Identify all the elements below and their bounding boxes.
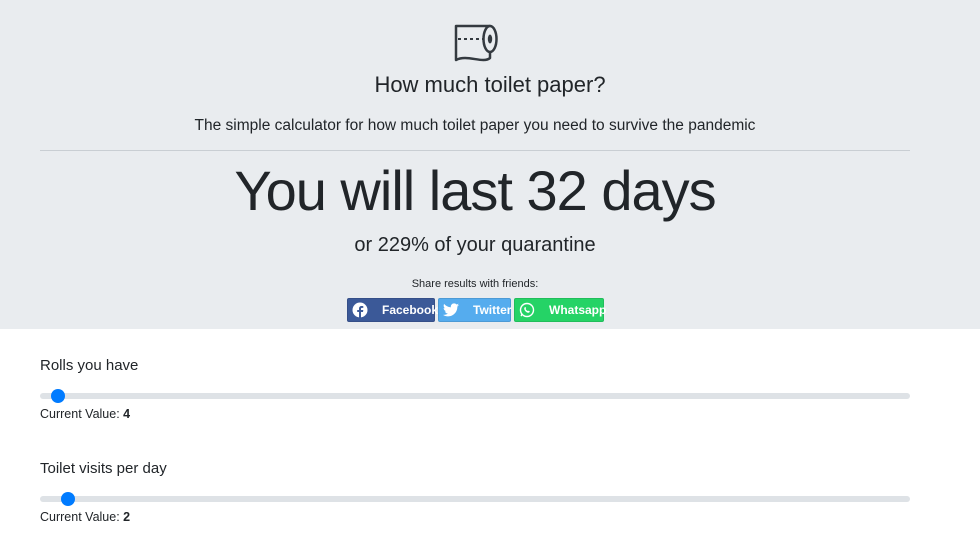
visits-slider-thumb[interactable]: [60, 492, 75, 506]
twitter-icon: [443, 301, 459, 319]
hero-section: How much toilet paper? The simple calcul…: [0, 0, 980, 329]
rolls-slider-group: Rolls you have Current Value: 4: [40, 357, 910, 421]
visits-current-value: Current Value: 2: [40, 510, 910, 524]
toilet-paper-roll-icon: [454, 24, 498, 62]
whatsapp-icon: [519, 301, 535, 319]
twitter-label: Twitter: [473, 303, 512, 317]
quarantine-percentage: or 229% of your quarantine: [0, 234, 950, 257]
page-title: How much toilet paper?: [374, 72, 606, 97]
divider: [40, 150, 910, 151]
facebook-label: Facebook: [382, 303, 439, 317]
rolls-value: 4: [123, 407, 131, 421]
facebook-icon: [352, 301, 368, 319]
visits-label: Toilet visits per day: [40, 460, 167, 477]
quarantine-suffix: of your quarantine: [428, 234, 596, 256]
result-prefix: You will last: [234, 159, 527, 222]
visits-value: 2: [123, 510, 131, 524]
visits-slider-track[interactable]: [40, 492, 910, 506]
facebook-share-button[interactable]: Facebook: [347, 298, 439, 322]
current-value-label: Current Value:: [40, 510, 120, 524]
page-subtitle: The simple calculator for how much toile…: [194, 117, 756, 134]
rolls-slider-track[interactable]: [40, 389, 910, 403]
result-days: 32: [526, 159, 587, 222]
share-buttons: Facebook Twitter Whatsapp: [347, 298, 607, 324]
rolls-slider-thumb[interactable]: [51, 389, 66, 403]
quarantine-percent: 229%: [377, 234, 429, 256]
result-headline: You will last 32 days: [0, 158, 950, 223]
quarantine-prefix: or: [354, 234, 378, 256]
result-suffix: days: [586, 159, 716, 222]
whatsapp-label: Whatsapp: [549, 303, 607, 317]
whatsapp-share-button[interactable]: Whatsapp: [514, 298, 607, 322]
visits-slider-group: Toilet visits per day Current Value: 2: [40, 460, 910, 524]
rolls-current-value: Current Value: 4: [40, 407, 910, 421]
current-value-label: Current Value:: [40, 407, 120, 421]
share-label: Share results with friends:: [411, 278, 539, 290]
rolls-label: Rolls you have: [40, 357, 139, 374]
twitter-share-button[interactable]: Twitter: [438, 298, 511, 322]
